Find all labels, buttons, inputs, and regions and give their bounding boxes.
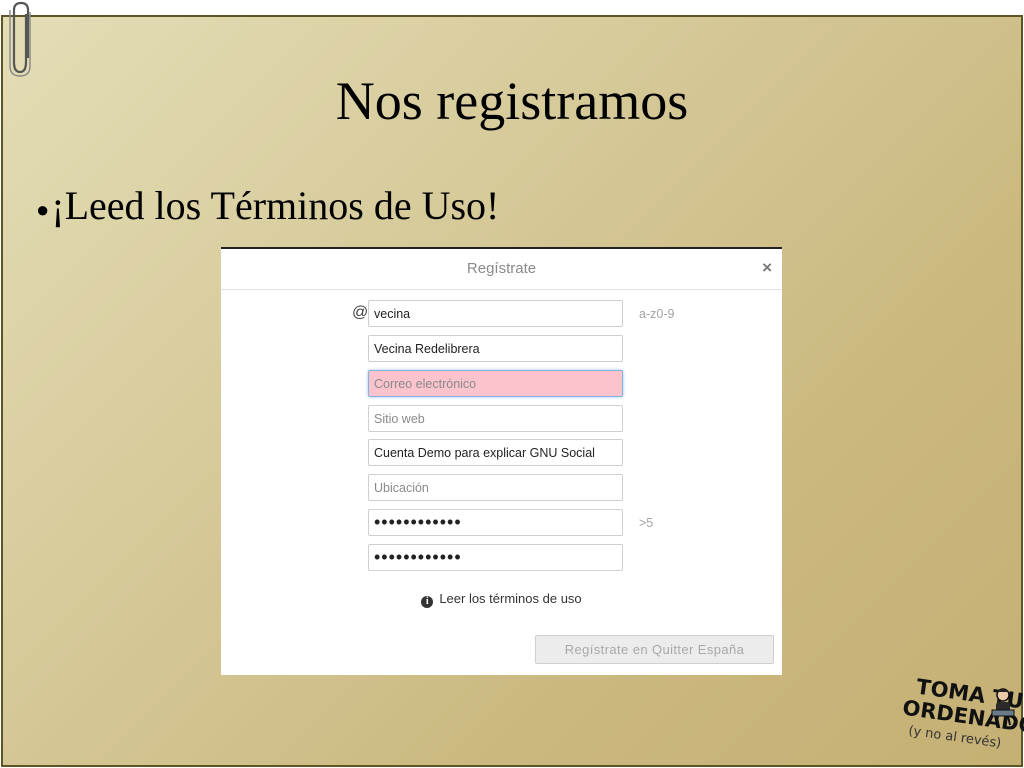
logo-figure-icon [991, 688, 1015, 726]
terms-link[interactable]: i Leer los términos de uso [221, 591, 782, 608]
website-input[interactable] [368, 405, 623, 432]
fullname-input[interactable] [368, 335, 623, 362]
password-input[interactable] [368, 509, 623, 536]
dialog-header: Regístrate × [221, 249, 782, 290]
location-input[interactable] [368, 474, 623, 501]
bio-input[interactable] [368, 439, 623, 466]
register-dialog: Regístrate × @ a-z0-9 >5 i Leer los térmi… [221, 247, 782, 675]
nickname-hint: a-z0-9 [639, 307, 675, 321]
email-input[interactable] [368, 370, 623, 397]
bullet-dot-icon: ● [36, 196, 50, 222]
slide-title: Nos registramos [335, 71, 689, 131]
dialog-title: Regístrate [466, 260, 537, 277]
bullet-item: ●¡Leed los Términos de Uso! [36, 182, 499, 229]
info-icon: i [421, 596, 434, 608]
close-icon[interactable]: × [762, 258, 772, 278]
at-icon: @ [352, 304, 369, 321]
register-submit-button[interactable]: Regístrate en Quitter España [535, 635, 774, 664]
paperclip-icon [9, 1, 31, 77]
bullet-text: ¡Leed los Términos de Uso! [51, 183, 500, 228]
password-hint: >5 [639, 516, 654, 530]
nickname-input[interactable] [368, 300, 623, 327]
password-confirm-input[interactable] [368, 544, 623, 571]
terms-link-label: Leer los términos de uso [439, 591, 582, 606]
toma-tu-ordenador-logo: TOMA TU ORDENADOR (y no al revés) [896, 675, 1024, 768]
